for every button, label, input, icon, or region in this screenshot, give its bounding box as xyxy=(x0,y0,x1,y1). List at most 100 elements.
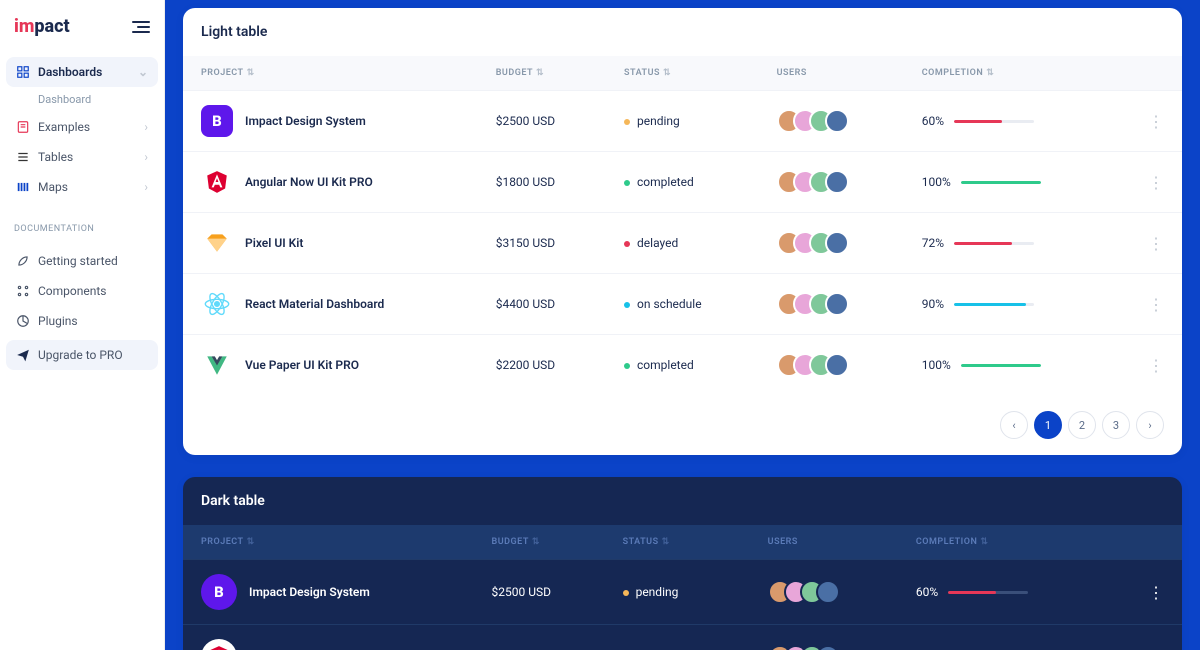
dark-table: PROJECT⇅BUDGET⇅STATUS⇅USERSCOMPLETION⇅ B… xyxy=(183,525,1182,650)
col-budget[interactable]: BUDGET⇅ xyxy=(474,525,605,560)
col-project[interactable]: PROJECT⇅ xyxy=(183,525,474,560)
project-cell: Vue Paper UI Kit PRO xyxy=(201,349,460,381)
avatar[interactable] xyxy=(816,580,840,604)
chevron-right-icon: › xyxy=(144,120,148,134)
send-icon xyxy=(16,348,30,362)
status-cell: on schedule xyxy=(606,274,759,335)
chevron-right-icon: › xyxy=(144,150,148,164)
avatar-group[interactable] xyxy=(777,170,886,194)
avatar[interactable] xyxy=(816,645,840,650)
row-actions-icon[interactable]: ⋮ xyxy=(1112,91,1182,152)
avatar[interactable] xyxy=(825,231,849,255)
project-cell: Pixel UI Kit xyxy=(201,227,460,259)
project-name: React Material Dashboard xyxy=(245,297,384,311)
row-actions-icon[interactable]: ⋮ xyxy=(1112,335,1182,396)
avatar[interactable] xyxy=(825,292,849,316)
page-3[interactable]: 3 xyxy=(1102,411,1130,439)
project-name: Impact Design System xyxy=(249,585,370,599)
col-status[interactable]: STATUS⇅ xyxy=(605,525,750,560)
sidebar: impact Dashboards⌄DashboardExamples›Tabl… xyxy=(0,0,165,650)
project-name: Pixel UI Kit xyxy=(245,236,303,250)
sidebar-item-plugins[interactable]: Plugins xyxy=(6,306,158,336)
main-content: Light table PROJECT⇅BUDGET⇅STATUS⇅USERSC… xyxy=(165,0,1200,650)
row-actions-icon[interactable]: ⋮ xyxy=(1112,213,1182,274)
col-users[interactable]: USERS xyxy=(750,525,898,560)
users-cell xyxy=(759,335,904,396)
page-2[interactable]: 2 xyxy=(1068,411,1096,439)
completion-pct: 90% xyxy=(922,297,944,311)
project-cell: BImpact Design System xyxy=(201,105,460,137)
sidebar-item-maps[interactable]: Maps › xyxy=(6,172,158,202)
chevron-right-icon: › xyxy=(144,180,148,194)
sidebar-item-label: Examples xyxy=(38,120,90,134)
project-cell: Angular Now UI Kit PRO xyxy=(201,166,460,198)
table-row: Vue Paper UI Kit PRO$2200 USDcompleted10… xyxy=(183,335,1182,396)
sidebar-item-tables[interactable]: Tables› xyxy=(6,142,158,172)
users-cell xyxy=(759,91,904,152)
col-project[interactable]: PROJECT⇅ xyxy=(183,56,478,91)
completion-cell: 100% xyxy=(904,152,1112,213)
completion-cell: 60% xyxy=(898,560,1111,625)
table-row: BImpact Design System$2500 USDpending60%… xyxy=(183,91,1182,152)
table-row: Angular Now UI Kit PRO$1800 USDcompleted… xyxy=(183,625,1182,650)
light-table-card: Light table PROJECT⇅BUDGET⇅STATUS⇅USERSC… xyxy=(183,8,1182,455)
avatar-group[interactable] xyxy=(777,353,886,377)
page-next[interactable]: › xyxy=(1136,411,1164,439)
sort-icon: ⇅ xyxy=(980,537,988,547)
users-cell xyxy=(759,152,904,213)
maps-icon xyxy=(16,180,30,194)
avatar[interactable] xyxy=(825,170,849,194)
dark-table-card: Dark table PROJECT⇅BUDGET⇅STATUS⇅USERSCO… xyxy=(183,477,1182,650)
project-cell: Angular Now UI Kit PRO xyxy=(201,639,456,650)
avatar-group[interactable] xyxy=(777,109,886,133)
row-actions-icon[interactable]: ⋮ xyxy=(1111,625,1182,650)
sidebar-item-dashboards[interactable]: Dashboards⌄ xyxy=(6,57,158,87)
nav-doc: Getting started Components Plugins Upgrade … xyxy=(0,240,164,376)
sidebar-item-examples[interactable]: Examples › xyxy=(6,112,158,142)
avatar[interactable] xyxy=(825,353,849,377)
logo[interactable]: impact xyxy=(14,16,70,37)
budget-cell: $1800 USD xyxy=(478,152,606,213)
sidebar-item-upgrade-to-pro[interactable]: Upgrade to PRO xyxy=(6,340,158,370)
budget-cell: $2500 USD xyxy=(478,91,606,152)
table-row: BImpact Design System$2500 USDpending60%… xyxy=(183,560,1182,625)
budget-cell: $3150 USD xyxy=(478,213,606,274)
light-table-title: Light table xyxy=(183,8,1182,56)
completion-cell: 72% xyxy=(904,213,1112,274)
sort-icon: ⇅ xyxy=(536,68,544,78)
hamburger-icon[interactable] xyxy=(132,21,150,33)
page-prev[interactable]: ‹ xyxy=(1000,411,1028,439)
col-completion[interactable]: COMPLETION⇅ xyxy=(904,56,1112,91)
col-status[interactable]: STATUS⇅ xyxy=(606,56,759,91)
project-name: Vue Paper UI Kit PRO xyxy=(245,358,359,372)
avatar-group[interactable] xyxy=(768,645,880,650)
avatar-group[interactable] xyxy=(768,580,880,604)
sidebar-item-components[interactable]: Components xyxy=(6,276,158,306)
sort-icon: ⇅ xyxy=(247,537,255,547)
sidebar-item-label: Maps xyxy=(38,180,68,194)
col-users[interactable]: USERS xyxy=(759,56,904,91)
users-cell xyxy=(750,560,898,625)
status-cell: delayed xyxy=(606,213,759,274)
row-actions-icon[interactable]: ⋮ xyxy=(1112,152,1182,213)
sidebar-item-label: Upgrade to PRO xyxy=(38,348,123,362)
dashboard-icon xyxy=(16,65,30,79)
col-completion[interactable]: COMPLETION⇅ xyxy=(898,525,1111,560)
project-cell: React Material Dashboard xyxy=(201,288,460,320)
row-actions-icon[interactable]: ⋮ xyxy=(1112,274,1182,335)
table-row: Angular Now UI Kit PRO$1800 USDcompleted… xyxy=(183,152,1182,213)
avatar[interactable] xyxy=(825,109,849,133)
completion-cell: 60% xyxy=(904,91,1112,152)
avatar-group[interactable] xyxy=(777,231,886,255)
examples-icon xyxy=(16,120,30,134)
table-row: Pixel UI Kit $3150 USDdelayed 72%⋮ xyxy=(183,213,1182,274)
page-1[interactable]: 1 xyxy=(1034,411,1062,439)
sidebar-item-label: Components xyxy=(38,284,107,298)
col-budget[interactable]: BUDGET⇅ xyxy=(478,56,606,91)
row-actions-icon[interactable]: ⋮ xyxy=(1111,560,1182,625)
components-icon xyxy=(16,284,30,298)
completion-cell: 100% xyxy=(904,335,1112,396)
avatar-group[interactable] xyxy=(777,292,886,316)
sidebar-item-getting-started[interactable]: Getting started xyxy=(6,246,158,276)
sidebar-sub-dashboard[interactable]: Dashboard xyxy=(6,87,158,112)
